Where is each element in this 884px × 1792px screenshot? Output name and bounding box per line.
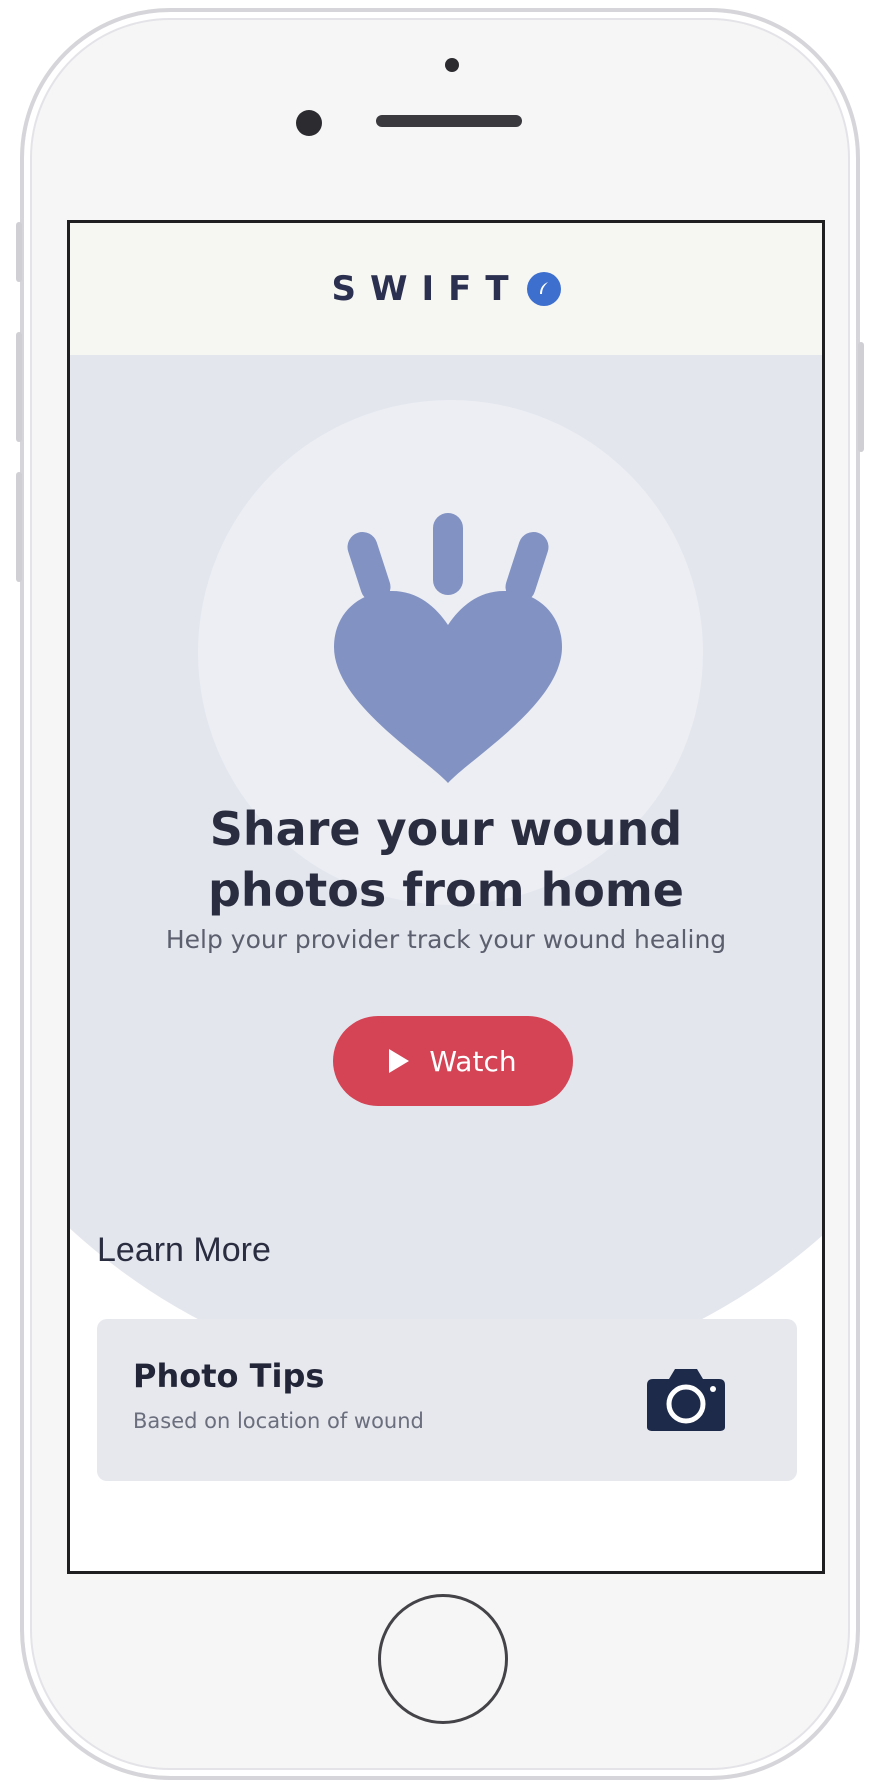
proximity-sensor xyxy=(445,58,459,72)
watch-button[interactable]: Watch xyxy=(333,1016,573,1106)
subtitle: Help your provider track your wound heal… xyxy=(165,925,727,954)
photo-tips-card[interactable]: Photo Tips Based on location of wound xyxy=(97,1319,797,1481)
play-icon xyxy=(389,1049,410,1073)
heart-hand-icon xyxy=(334,513,562,783)
learn-more-title: Learn More xyxy=(97,1231,271,1269)
mute-switch xyxy=(16,222,22,282)
volume-down-button xyxy=(16,472,22,582)
headline: Share your wound photos from home xyxy=(70,799,822,921)
headline-text: Share your wound photos from home xyxy=(208,802,684,917)
app-header: SWIFT xyxy=(70,223,822,355)
card-subtitle: Based on location of wound xyxy=(133,1409,424,1433)
power-button xyxy=(858,342,864,452)
app-screen: SWIFT Share your wound photos from home … xyxy=(67,220,825,1574)
volume-up-button xyxy=(16,332,22,442)
watch-button-label: Watch xyxy=(429,1044,517,1078)
front-camera xyxy=(296,110,322,136)
earpiece-speaker xyxy=(376,115,522,127)
camera-icon xyxy=(647,1369,725,1431)
card-title: Photo Tips xyxy=(133,1357,325,1395)
swift-feather-logo-icon xyxy=(526,272,561,306)
brand-name: SWIFT xyxy=(331,269,523,309)
home-button[interactable] xyxy=(378,1594,508,1724)
